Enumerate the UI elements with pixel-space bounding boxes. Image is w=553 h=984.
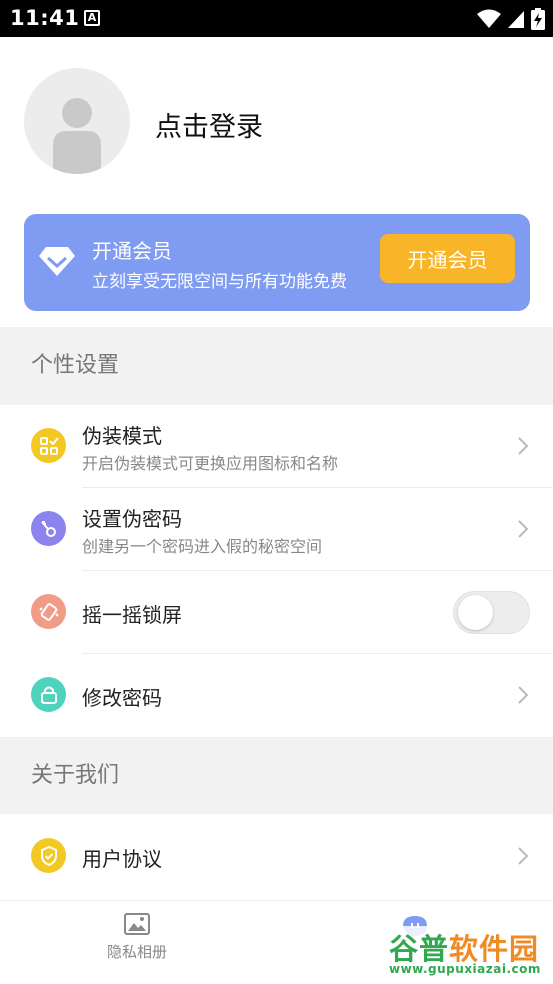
status-bar: 11:41 A <box>0 0 553 37</box>
row-title: 设置伪密码 <box>82 507 182 531</box>
avatar[interactable] <box>24 68 130 174</box>
status-time: 11:41 <box>10 6 80 30</box>
nav-label: 隐私相册 <box>107 943 168 961</box>
signal-icon <box>508 11 524 28</box>
watermark-title-part1: 谷普 <box>389 932 450 966</box>
settings-row-disguise[interactable]: 伪装模式 开启伪装模式可更换应用图标和名称 <box>0 405 553 488</box>
watermark-title-part2: 软件园 <box>449 932 540 966</box>
chevron-right-icon <box>518 847 529 865</box>
watermark-logo: 谷普软件园 www.gupuxiazai.com <box>385 926 550 980</box>
row-subtitle: 创建另一个密码进入假的秘密空间 <box>82 537 323 556</box>
watermark-url: www.gupuxiazai.com <box>389 962 541 976</box>
shake-phone-icon <box>31 594 66 629</box>
vip-subtitle: 立刻享受无限空间与所有功能免费 <box>92 272 347 292</box>
chevron-right-icon <box>518 686 529 704</box>
diamond-icon <box>39 247 75 276</box>
lock-icon <box>31 677 66 712</box>
status-icons <box>477 8 545 30</box>
section-header-about: 关于我们 <box>0 737 553 814</box>
row-title: 摇一摇锁屏 <box>82 603 182 627</box>
notification-icon: A <box>84 10 100 26</box>
battery-charging-icon <box>531 8 545 30</box>
wifi-icon <box>477 9 501 28</box>
apps-check-icon <box>31 428 66 463</box>
vip-title: 开通会员 <box>92 239 172 263</box>
key-icon <box>31 511 66 546</box>
shake-lock-toggle[interactable] <box>453 591 530 634</box>
row-title: 伪装模式 <box>82 424 162 448</box>
toggle-knob <box>458 595 493 630</box>
nav-item-private-album[interactable]: 隐私相册 <box>107 913 167 962</box>
row-title: 修改密码 <box>82 686 162 710</box>
open-vip-button[interactable]: 开通会员 <box>380 234 515 283</box>
chevron-right-icon <box>518 437 529 455</box>
user-placeholder-icon <box>53 98 101 174</box>
settings-row-change-password[interactable]: 修改密码 <box>0 654 553 737</box>
image-icon <box>124 913 150 935</box>
profile-section: 点击登录 开通会员 立刻享受无限空间与所有功能免费 开通会员 <box>0 37 553 327</box>
settings-row-user-agreement[interactable]: 用户协议 <box>0 814 553 900</box>
chevron-right-icon <box>518 520 529 538</box>
row-title: 用户协议 <box>82 847 162 871</box>
settings-row-shake-lock[interactable]: 摇一摇锁屏 <box>0 571 553 654</box>
section-header-personal: 个性设置 <box>0 327 553 405</box>
vip-card[interactable]: 开通会员 立刻享受无限空间与所有功能免费 开通会员 <box>24 214 530 311</box>
settings-row-fake-password[interactable]: 设置伪密码 创建另一个密码进入假的秘密空间 <box>0 488 553 571</box>
shield-check-icon <box>31 838 66 873</box>
login-link[interactable]: 点击登录 <box>155 105 263 144</box>
row-subtitle: 开启伪装模式可更换应用图标和名称 <box>82 454 339 473</box>
